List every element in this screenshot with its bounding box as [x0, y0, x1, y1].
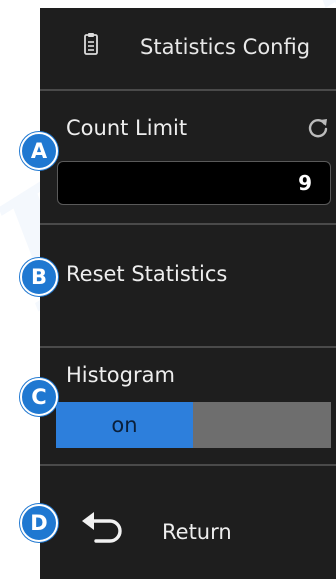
- count-limit-label: Count Limit: [66, 116, 188, 140]
- return-arrow-icon[interactable]: [80, 511, 126, 547]
- divider: [40, 346, 336, 348]
- statistics-config-menu: Statistics Config Count Limit 9 Reset St…: [40, 8, 336, 579]
- menu-header: Statistics Config: [40, 8, 336, 90]
- histogram-toggle[interactable]: on: [56, 402, 331, 448]
- screenshot-stage: Rigol Statistics Config Count Limit 9 Re…: [0, 0, 336, 579]
- clipboard-icon: [84, 33, 98, 55]
- histogram-off-option[interactable]: [193, 402, 331, 448]
- count-limit-value: 9: [298, 171, 312, 195]
- return-button[interactable]: Return: [162, 520, 232, 544]
- callout-d: D: [20, 504, 58, 542]
- divider: [40, 464, 336, 466]
- callout-a: A: [20, 132, 58, 170]
- histogram-label: Histogram: [66, 363, 175, 387]
- histogram-on-option[interactable]: on: [56, 402, 193, 448]
- count-limit-input[interactable]: 9: [57, 161, 331, 205]
- callout-b: B: [20, 258, 58, 296]
- divider: [40, 89, 336, 91]
- menu-title: Statistics Config: [140, 35, 311, 59]
- reset-statistics-button[interactable]: Reset Statistics: [66, 262, 227, 286]
- divider: [40, 223, 336, 225]
- callout-c: C: [20, 378, 58, 416]
- refresh-icon[interactable]: [306, 116, 330, 140]
